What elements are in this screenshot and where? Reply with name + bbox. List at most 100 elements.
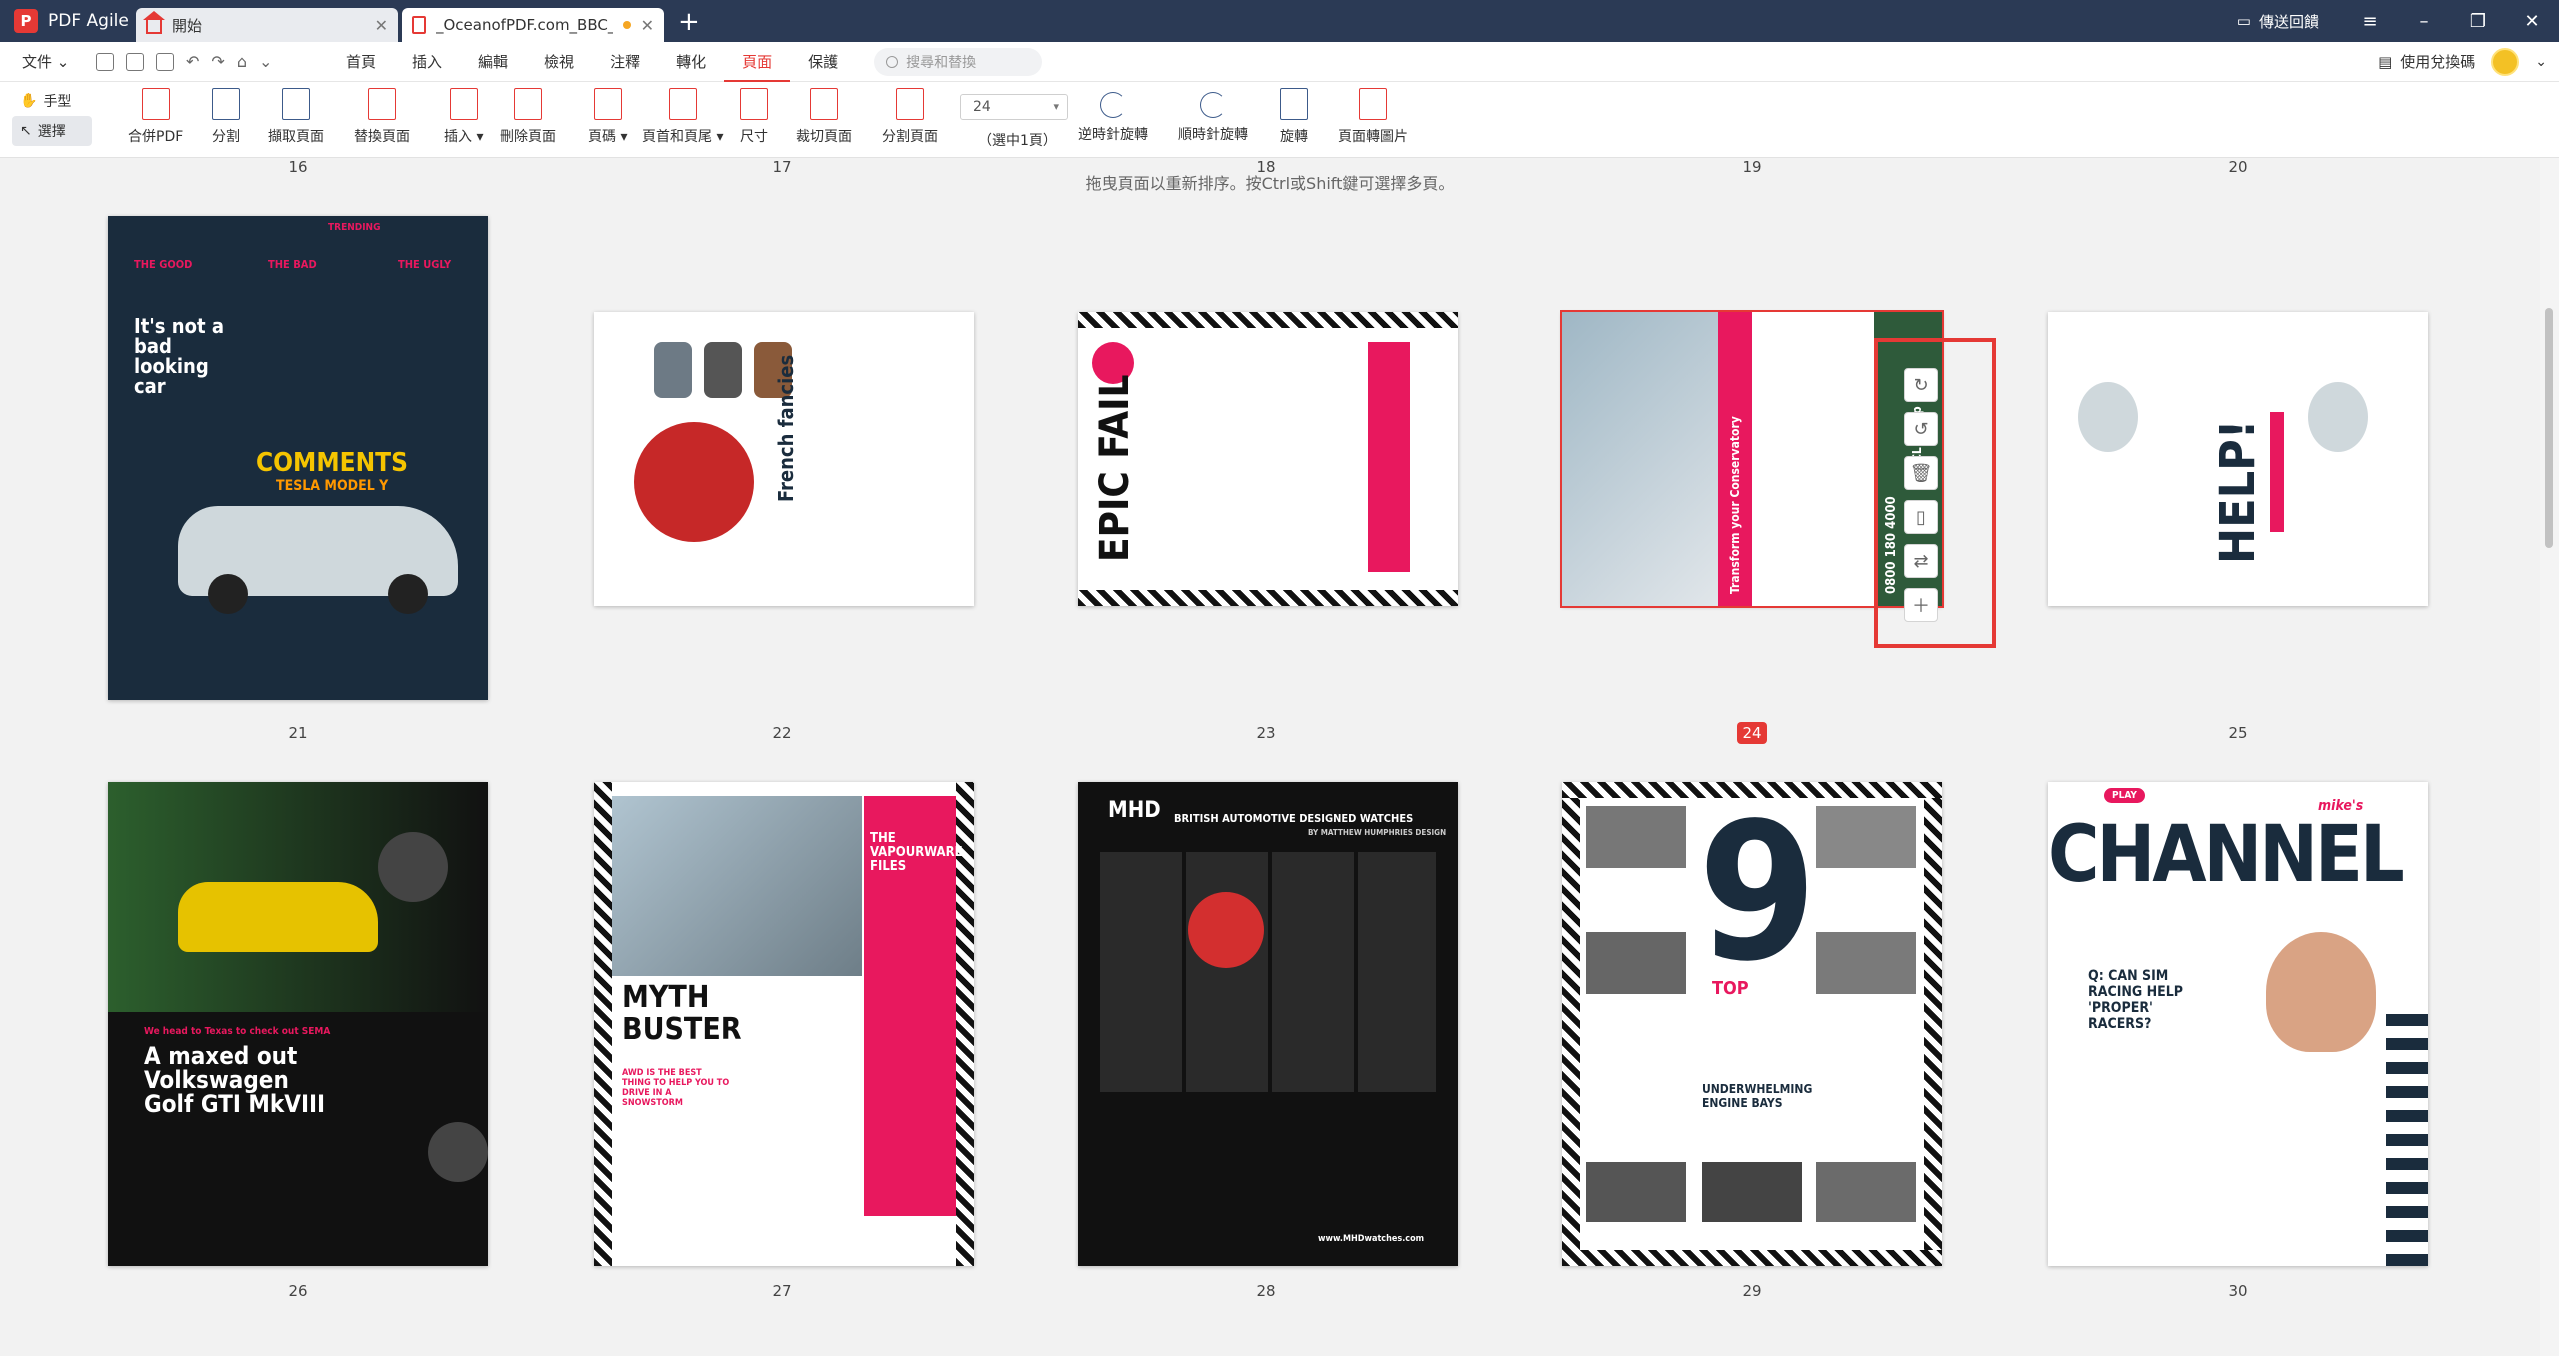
- rotate-ccw-icon: [1100, 92, 1126, 118]
- merge-pdf-button[interactable]: 合併PDF: [128, 88, 183, 146]
- delete-pages-button[interactable]: 刪除頁面: [500, 88, 556, 146]
- menu-convert[interactable]: 轉化: [658, 42, 724, 82]
- delete-icon[interactable]: 🗑: [1904, 456, 1938, 490]
- replace-pages-button[interactable]: 替換頁面: [354, 88, 410, 146]
- delete-icon: [514, 88, 542, 120]
- menu-edit[interactable]: 編輯: [460, 42, 526, 82]
- thumb-tag: TRENDING: [328, 222, 381, 233]
- page-thumbnail-28[interactable]: MHD BRITISH AUTOMOTIVE DESIGNED WATCHES …: [1078, 782, 1458, 1266]
- page-thumbnail-22[interactable]: French fancies: [594, 312, 974, 606]
- print-icon[interactable]: [156, 52, 174, 71]
- watch-grid-image: [1100, 852, 1436, 1092]
- page-label-27: 27: [772, 1282, 792, 1300]
- minimize-button[interactable]: –: [2397, 11, 2451, 32]
- page-number-icon: [593, 88, 622, 120]
- engine-image: [1586, 1162, 1686, 1222]
- rotate-ccw-button[interactable]: 逆時針旋轉: [1078, 88, 1148, 144]
- watch-image: [704, 342, 742, 398]
- thumb-side-title: THE VAPOURWARE FILES: [870, 831, 963, 874]
- extract-pages-button[interactable]: 擷取頁面: [268, 88, 324, 146]
- turbo-image: [378, 832, 448, 902]
- tab-home[interactable]: 開始 ✕: [136, 8, 398, 42]
- hazard-stripe: [594, 782, 612, 1266]
- rotate-cw-button[interactable]: 順時針旋轉: [1178, 88, 1248, 144]
- new-tab-button[interactable]: +: [678, 7, 700, 37]
- header-footer-button[interactable]: 頁首和頁尾 ▾: [642, 88, 723, 146]
- page-thumbnail-26[interactable]: We head to Texas to check out SEMA A max…: [108, 782, 488, 1266]
- rotate-ccw-icon[interactable]: ↺: [1904, 412, 1938, 446]
- file-menu[interactable]: 文件 ⌄: [0, 51, 96, 72]
- undo-icon[interactable]: ↶: [186, 52, 199, 71]
- page-thumbnail-21[interactable]: TRENDING THE GOOD THE BAD THE UGLY It's …: [108, 216, 488, 700]
- page-thumbnail-27[interactable]: THE VAPOURWARE FILES MYTH BUSTER AWD IS …: [594, 782, 974, 1266]
- search-input[interactable]: 搜尋和替換: [874, 47, 1043, 76]
- split-page-button[interactable]: 分割頁面: [882, 88, 938, 146]
- page-thumbnail-29[interactable]: 9 TOP UNDERWHELMING ENGINE BAYS: [1562, 782, 1942, 1266]
- tab-document[interactable]: _OceanofPDF.com_BBC_Top... ✕: [402, 8, 664, 42]
- menu-protect[interactable]: 保護: [790, 42, 856, 82]
- chevron-down-icon: ▾: [1053, 100, 1059, 113]
- redeem-code-button[interactable]: ▤ 使用兌換碼: [2378, 51, 2475, 72]
- page-number-button[interactable]: 頁碼 ▾: [588, 88, 627, 146]
- rotate-cw-icon[interactable]: ↻: [1904, 368, 1938, 402]
- engine-image: [1702, 1162, 1802, 1222]
- save-icon[interactable]: [126, 52, 144, 71]
- avatar[interactable]: [2491, 47, 2520, 76]
- page-to-image-button[interactable]: 頁面轉圖片: [1338, 88, 1408, 146]
- send-feedback-button[interactable]: ▭ 傳送回饋: [2237, 11, 2343, 32]
- hand-tool-button[interactable]: ✋ 手型: [12, 86, 92, 116]
- page-thumbnail-25[interactable]: HELP!: [2048, 312, 2428, 606]
- insert-page-button[interactable]: 插入 ▾: [444, 88, 483, 146]
- menu-insert[interactable]: 插入: [394, 42, 460, 82]
- menu-home[interactable]: 首頁: [328, 42, 394, 82]
- hazard-stripe: [1562, 1250, 1942, 1266]
- rotate-label: 旋轉: [1280, 129, 1308, 145]
- redeem-icon: ▤: [2378, 52, 2393, 71]
- page-number-select[interactable]: 24 ▾: [960, 94, 1068, 120]
- thumb-tag: THE GOOD: [134, 258, 193, 271]
- vertical-scrollbar[interactable]: [2540, 158, 2559, 1356]
- page-thumbnail-30[interactable]: PLAY mike's CHANNEL Q: CAN SIM RACING HE…: [2048, 782, 2428, 1266]
- menu-annotate[interactable]: 注釋: [592, 42, 658, 82]
- extract-icon[interactable]: ▯: [1904, 500, 1938, 534]
- split-page-icon: [896, 88, 924, 120]
- split-icon: [212, 88, 240, 120]
- car-image: [178, 882, 378, 952]
- replace-icon[interactable]: ⇄: [1904, 544, 1938, 578]
- scrollbar-thumb[interactable]: [2545, 308, 2553, 548]
- split-button[interactable]: 分割: [212, 88, 240, 146]
- rotate-button[interactable]: 旋轉: [1280, 88, 1308, 146]
- hand-tool-label: 手型: [43, 94, 72, 110]
- close-window-button[interactable]: ✕: [2505, 11, 2559, 32]
- customize-icon[interactable]: ⌄: [259, 52, 272, 71]
- close-icon[interactable]: ✕: [641, 16, 654, 35]
- close-icon[interactable]: ✕: [375, 16, 388, 35]
- insert-icon[interactable]: ＋: [1904, 588, 1938, 622]
- thumb-title: HELP!: [2210, 419, 2266, 565]
- helmet-image: [2308, 382, 2368, 452]
- tab-home-label: 開始: [172, 16, 203, 35]
- send-feedback-label: 傳送回饋: [2258, 12, 2319, 31]
- insert-icon: [449, 88, 478, 120]
- crop-page-label: 裁切頁面: [796, 129, 852, 145]
- engine-image: [1586, 806, 1686, 868]
- app-name: PDF Agile: [48, 11, 129, 31]
- home-icon[interactable]: ⌂: [237, 52, 247, 71]
- page-thumbnail-23[interactable]: EPIC FAIL: [1078, 312, 1458, 606]
- menu-icon[interactable]: ≡: [2343, 11, 2397, 32]
- redo-icon[interactable]: ↷: [211, 52, 224, 71]
- crop-page-button[interactable]: 裁切頁面: [796, 88, 852, 146]
- open-folder-icon[interactable]: [96, 52, 114, 71]
- chevron-down-icon[interactable]: ⌄: [2535, 54, 2547, 70]
- select-tool-label: 選擇: [37, 124, 66, 140]
- menu-page[interactable]: 頁面: [724, 42, 791, 82]
- app-brand: P PDF Agile: [0, 9, 136, 33]
- select-tool-button[interactable]: ↖ 選擇: [12, 116, 92, 146]
- restore-button[interactable]: ❐: [2451, 11, 2505, 32]
- redeem-label: 使用兌換碼: [2400, 53, 2476, 71]
- page-size-button[interactable]: 尺寸: [740, 88, 768, 146]
- menu-tabs: 首頁 插入 編輯 檢視 注釋 轉化 頁面 保護: [328, 42, 856, 82]
- menu-view[interactable]: 檢視: [526, 42, 592, 82]
- crop-icon: [810, 88, 838, 120]
- cursor-icon: ↖: [20, 123, 32, 139]
